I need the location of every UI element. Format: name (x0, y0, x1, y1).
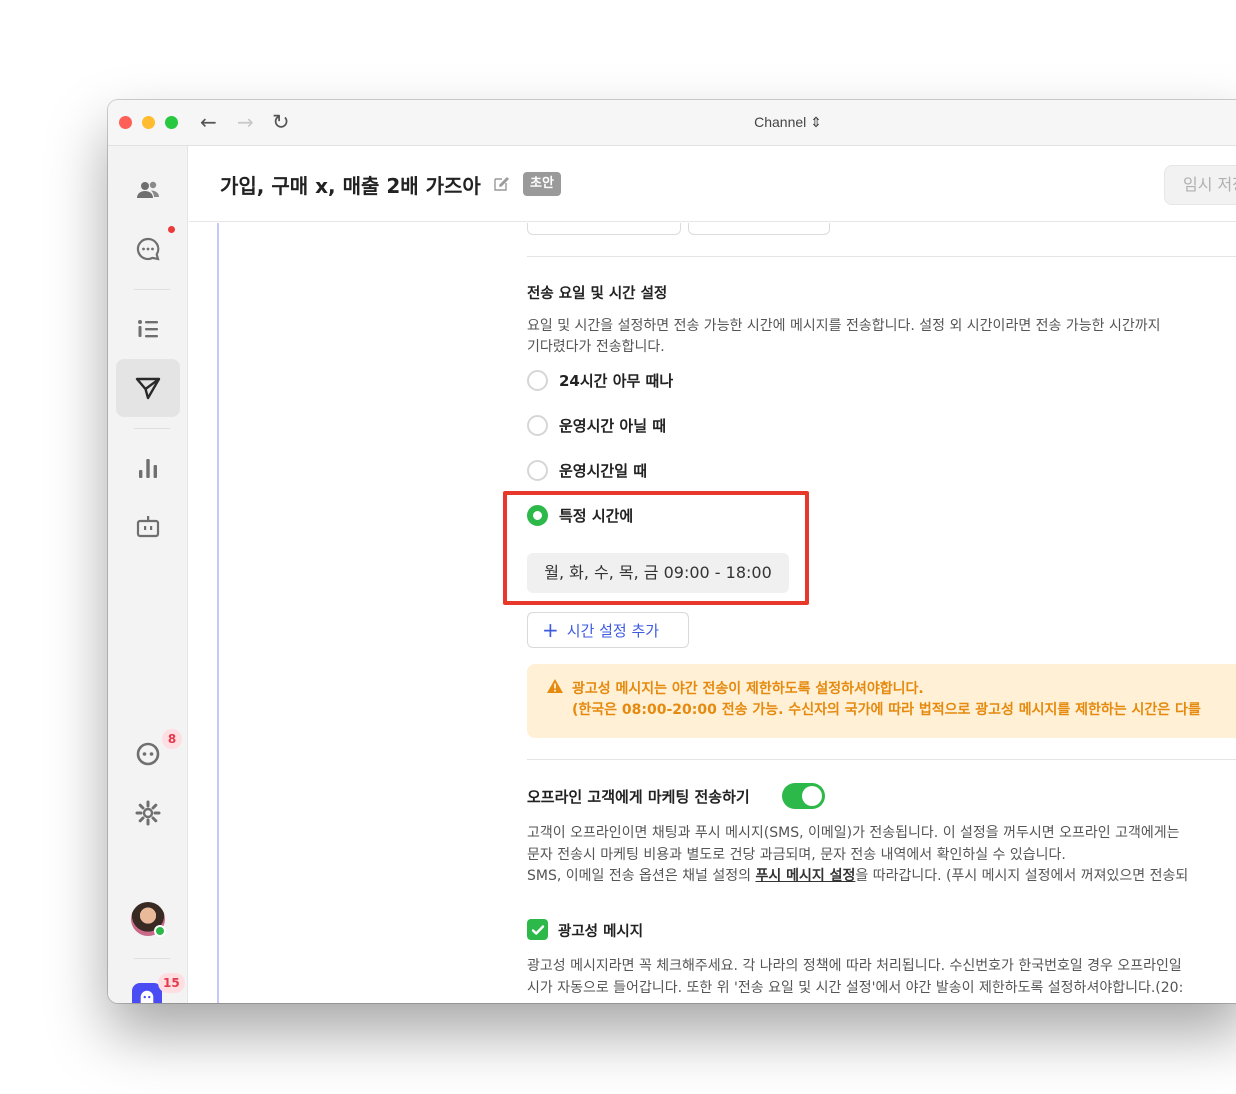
sidebar-item-users[interactable] (116, 161, 180, 219)
sidebar-item-bot[interactable] (116, 497, 180, 555)
reload-icon[interactable]: ↻ (272, 111, 290, 133)
ghost-icon (140, 990, 154, 1003)
chat-icon (136, 237, 160, 261)
sidebar-item-statistics[interactable] (116, 439, 180, 497)
editor-border (217, 223, 219, 1003)
toggle-knob (802, 786, 822, 806)
bar-chart-icon (139, 459, 157, 478)
unread-dot (168, 226, 175, 233)
offline-description: SMS, 이메일 전송 옵션은 채널 설정의 푸시 메시지 설정을 따라갑니다.… (527, 866, 1188, 887)
ad-message-description: 광고성 메시지라면 꼭 체크해주세요. 각 나라의 정책에 따라 처리됩니다. … (527, 958, 1182, 974)
users-icon (137, 181, 159, 198)
offline-description-text: SMS, 이메일 전송 옵션은 채널 설정의 (527, 868, 756, 884)
app-badge: 15 (158, 973, 185, 993)
warning-text: (한국은 08:00-20:00 전송 가능. 수신자의 국가에 따라 법적으로… (572, 702, 1201, 718)
plus-icon: + (542, 618, 559, 642)
checkmark-icon (531, 924, 544, 935)
gear-icon (135, 800, 161, 826)
bot-icon (136, 516, 160, 538)
option-button[interactable] (527, 223, 681, 235)
section-divider (527, 256, 1236, 257)
minimize-window-button[interactable] (142, 116, 155, 129)
team-chat-icon (136, 742, 160, 766)
radio-option-anytime[interactable]: 24시간 아무 때나 (527, 370, 673, 391)
offline-description: 고객이 오프라인이면 채팅과 푸시 메시지(SMS, 이메일)가 전송됩니다. … (527, 825, 1180, 841)
status-badge: 초안 (523, 172, 561, 196)
ad-message-checkbox[interactable] (527, 919, 548, 940)
schedule-section-title: 전송 요일 및 시간 설정 (527, 286, 668, 302)
section-divider (527, 759, 1236, 760)
sidebar-divider (134, 289, 170, 290)
online-status-indicator (154, 925, 166, 937)
sidebar-divider (134, 428, 170, 429)
list-icon (138, 320, 158, 338)
schedule-description: 요일 및 시간을 설정하면 전송 가능한 시간에 메시지를 전송합니다. 설정 … (527, 318, 1161, 334)
annotation-highlight-box (503, 491, 809, 605)
radio-button[interactable] (527, 370, 548, 391)
radio-label: 운영시간일 때 (559, 462, 648, 480)
title-bar: ← → ↻ Channel ⇕ (108, 100, 1236, 146)
forward-arrow-icon[interactable]: → (237, 111, 254, 133)
add-time-setting-button[interactable]: + 시간 설정 추가 (527, 612, 689, 648)
radio-label: 운영시간 아닐 때 (559, 417, 667, 435)
ad-message-description: 시가 자동으로 들어갑니다. 또한 위 '전송 요일 및 시간 설정'에서 야간… (527, 980, 1184, 996)
channel-selector[interactable]: Channel ⇕ (754, 114, 822, 131)
page-title: 가입, 구매 x, 매출 2배 가즈아 (220, 174, 481, 198)
schedule-description: 기다렸다가 전송합니다. (527, 339, 665, 355)
option-button[interactable] (688, 223, 830, 235)
radio-button[interactable] (527, 460, 548, 481)
send-icon (135, 377, 161, 400)
main-content: 전송 요일 및 시간 설정 요일 및 시간을 설정하면 전송 가능한 시간에 메… (189, 223, 1236, 1003)
sidebar: 8 15 (108, 146, 188, 1003)
sidebar-item-settings[interactable] (116, 784, 180, 842)
offline-description-text: 을 따라갑니다. (푸시 메시지 설정에서 꺼져있으면 전송되 (855, 868, 1189, 884)
warning-text: 광고성 메시지는 야간 전송이 제한하도록 설정하셔야합니다. (572, 681, 924, 697)
warning-icon (547, 679, 563, 693)
ad-message-label: 광고성 메시지 (558, 924, 644, 940)
sidebar-divider (134, 958, 170, 959)
sidebar-item-contacts[interactable] (116, 300, 180, 358)
app-window: ← → ↻ Channel ⇕ 8 15 가입, 구매 x, 매출 2배 가즈아… (108, 100, 1236, 1003)
back-arrow-icon[interactable]: ← (200, 111, 217, 133)
close-window-button[interactable] (119, 116, 132, 129)
sidebar-item-campaigns[interactable] (116, 359, 180, 417)
warning-banner: 광고성 메시지는 야간 전송이 제한하도록 설정하셔야합니다. (한국은 08:… (527, 664, 1236, 738)
zoom-window-button[interactable] (165, 116, 178, 129)
radio-button[interactable] (527, 415, 548, 436)
radio-option-off-hours[interactable]: 운영시간 아닐 때 (527, 415, 666, 436)
add-time-label: 시간 설정 추가 (566, 622, 660, 640)
team-chat-badge: 8 (162, 729, 182, 749)
offline-section-title: 오프라인 고객에게 마케팅 전송하기 (527, 788, 750, 806)
push-settings-link[interactable]: 푸시 메시지 설정 (755, 868, 855, 884)
temp-save-button[interactable]: 임시 저장 (1164, 165, 1236, 205)
edit-icon[interactable] (492, 175, 510, 193)
offline-description: 문자 전송시 마케팅 비용과 별도로 건당 과금되며, 문자 전송 내역에서 확… (527, 847, 1066, 863)
radio-option-operating-hours[interactable]: 운영시간일 때 (527, 460, 647, 481)
radio-label: 24시간 아무 때나 (559, 372, 674, 390)
page-header: 가입, 구매 x, 매출 2배 가즈아 초안 임시 저장 (189, 146, 1236, 222)
offline-marketing-toggle[interactable] (782, 783, 825, 809)
